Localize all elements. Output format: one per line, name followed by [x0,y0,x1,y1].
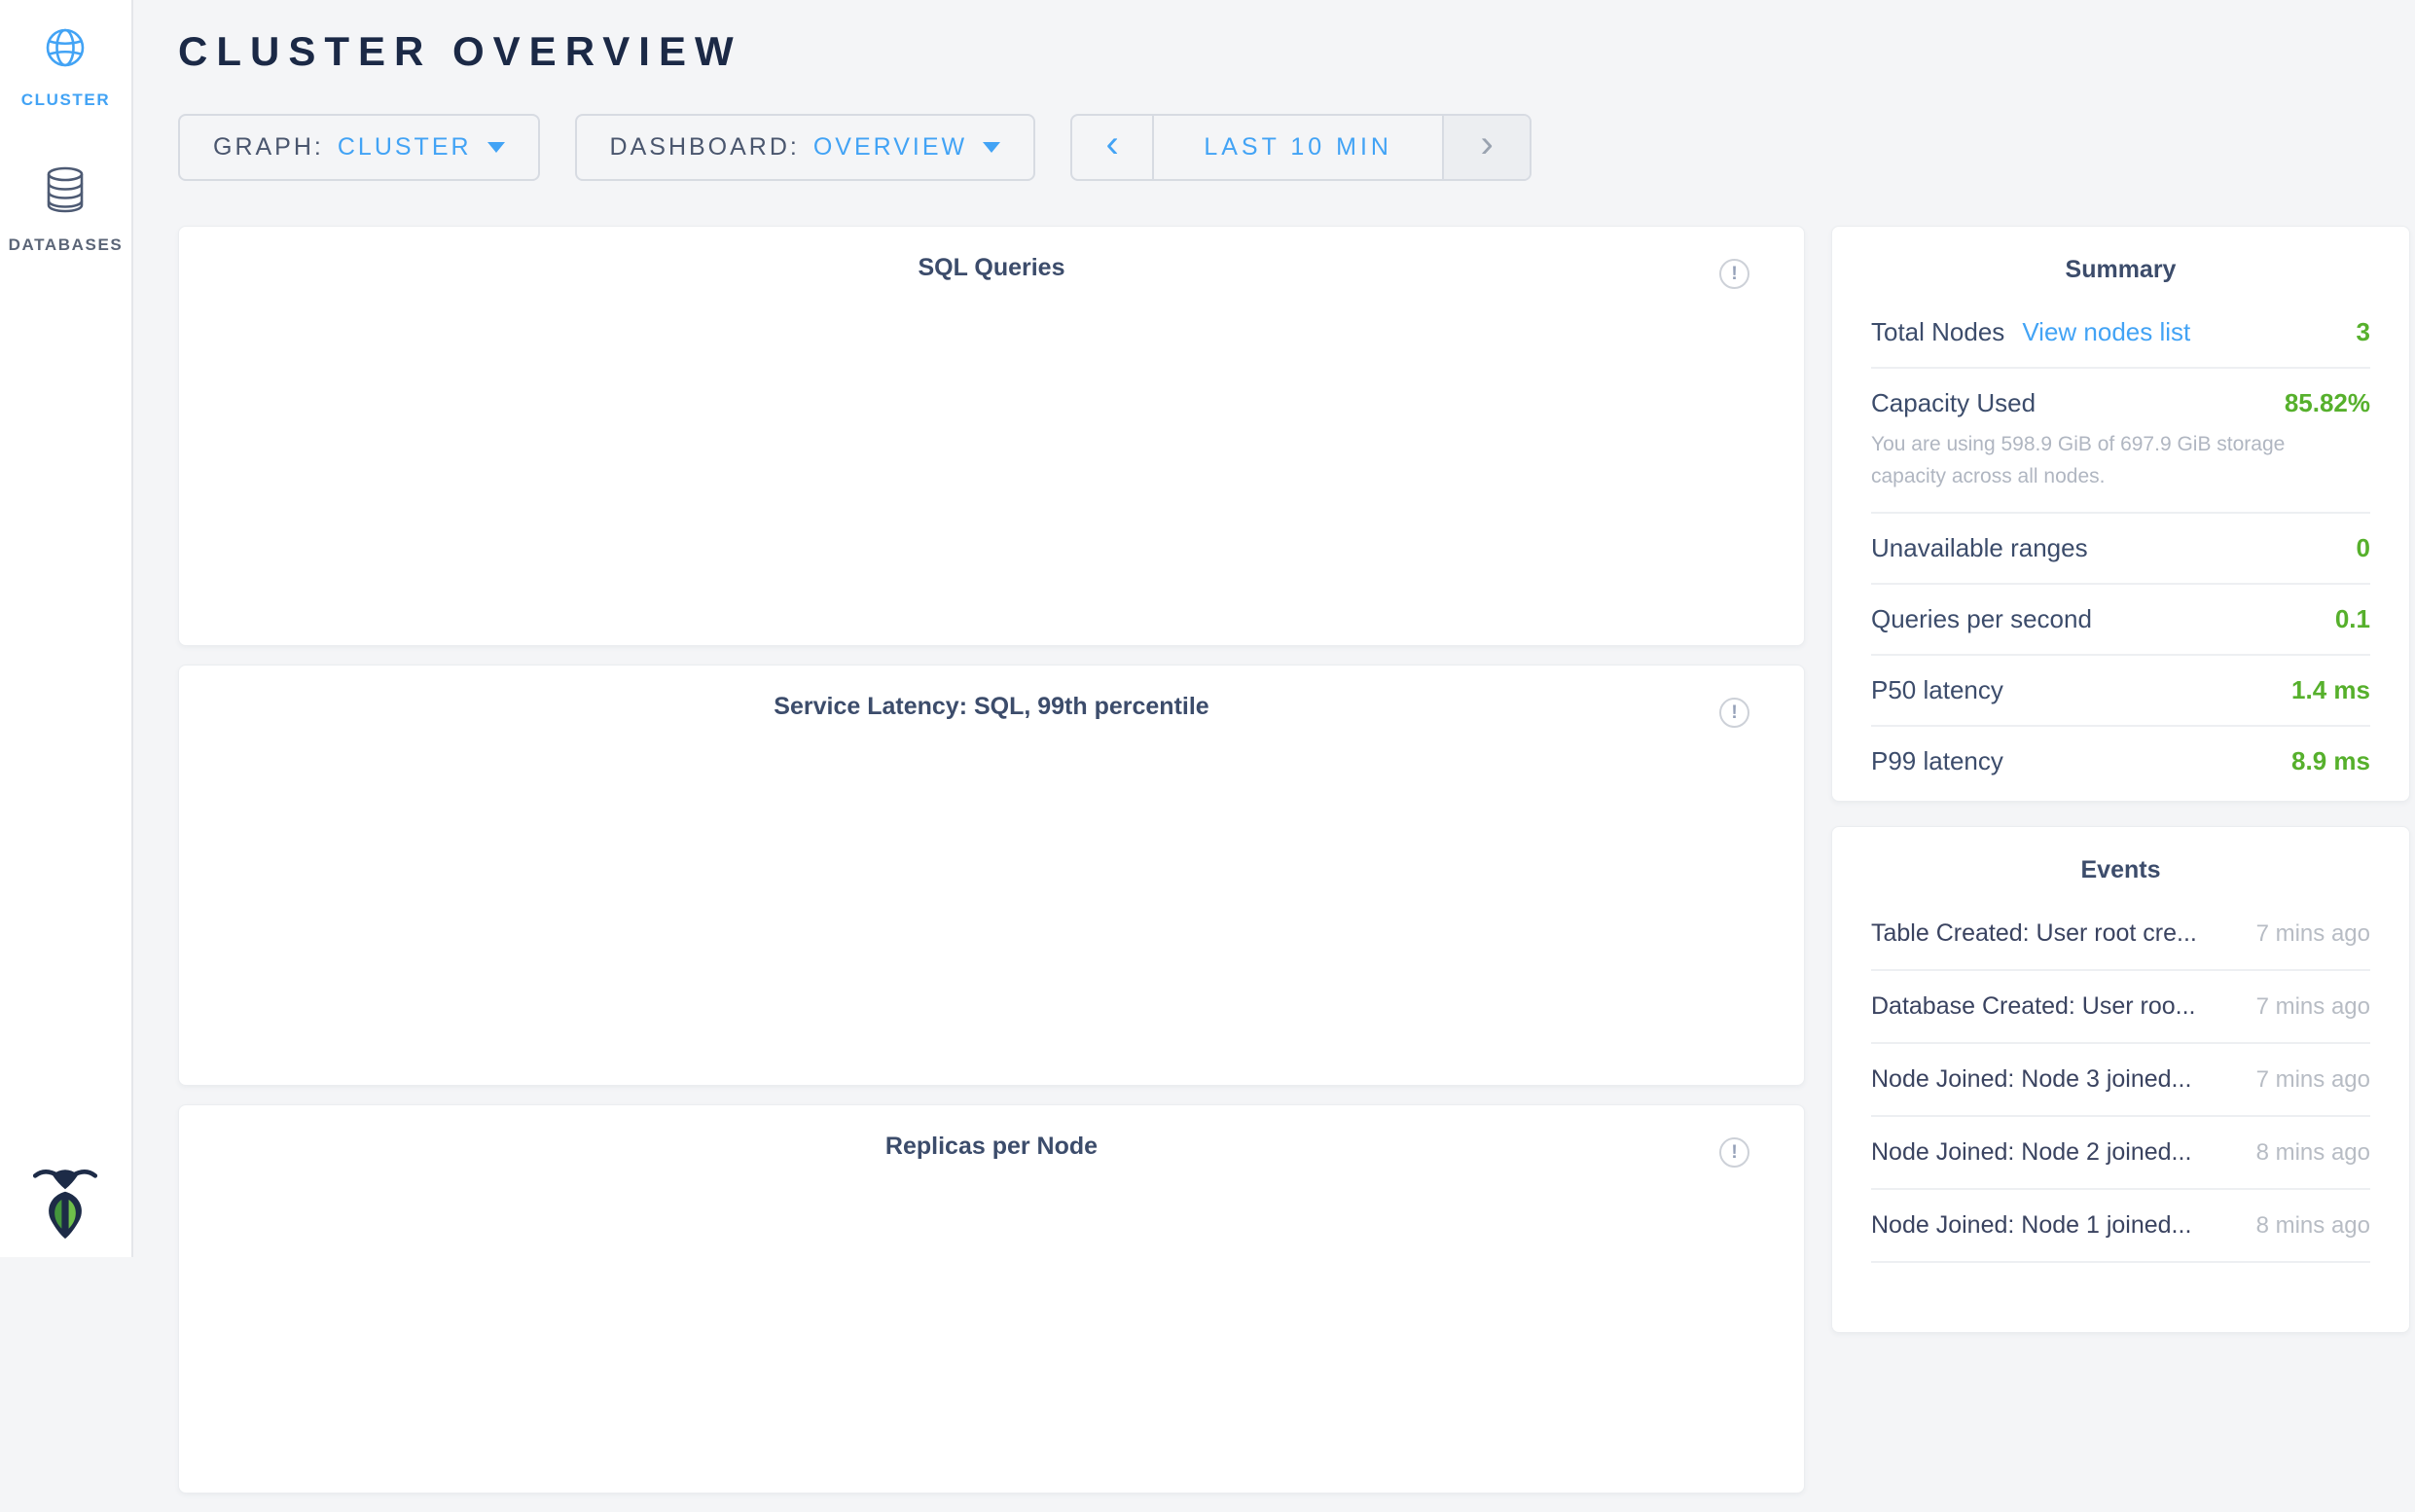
summary-row-label: Unavailable ranges [1871,533,2088,563]
dashboard-dropdown[interactable]: DASHBOARD: OVERVIEW [575,114,1036,181]
summary-title: Summary [1871,227,2370,298]
content-area: SQL Queries ! Service Latency: SQL, 99th… [178,226,2415,1512]
event-text: Node Joined: Node 3 joined... [1871,1065,2191,1094]
summary-row-value: 0.1 [2335,604,2370,634]
summary-row-value: 85.82% [2285,388,2370,418]
events-title: Events [1871,827,2370,898]
summary-row-label: P50 latency [1871,675,2003,705]
time-prev-button[interactable]: ‹ [1072,116,1152,179]
event-time: 8 mins ago [2237,1212,2370,1240]
summary-row-value: 3 [2357,317,2370,347]
event-row: Table Created: User root cre... 7 mins ag… [1871,898,2370,971]
summary-row-label: Queries per second [1871,604,2092,634]
chart-card-sql-queries: SQL Queries ! [178,226,1805,646]
chart-title: SQL Queries [179,254,1804,282]
summary-row-value: 0 [2357,533,2370,563]
event-text: Table Created: User root cre... [1871,919,2197,948]
event-row: Database Created: User roo... 7 mins ago [1871,971,2370,1044]
sidebar: CLUSTER DATABASES [0,0,133,1257]
sidebar-item-label: CLUSTER [21,90,110,110]
sidebar-item-label: DATABASES [9,235,124,255]
dashboard-dropdown-value: OVERVIEW [813,133,967,162]
event-time: 7 mins ago [2237,993,2370,1021]
globe-icon [43,25,88,75]
view-nodes-list-link[interactable]: View nodes list [2022,317,2190,347]
summary-row: Capacity Used 85.82% You are using 598.9 G… [1871,367,2370,512]
database-icon [44,166,87,220]
summary-row: Unavailable ranges 0 [1871,512,2370,583]
graph-dropdown-label: GRAPH: [213,133,324,162]
chevron-left-icon: ‹ [1105,123,1118,166]
side-column: Summary Total Nodes View nodes list 3 Capac… [1831,226,2410,1512]
info-icon[interactable]: ! [1719,259,1749,289]
summary-panel: Summary Total Nodes View nodes list 3 Capac… [1831,226,2410,802]
event-row: Node Joined: Node 1 joined... 8 mins ago [1871,1190,2370,1263]
event-text: Node Joined: Node 2 joined... [1871,1138,2191,1167]
time-next-button[interactable]: › [1444,116,1530,179]
dashboard-dropdown-label: DASHBOARD: [610,133,800,162]
event-row: Node Joined: Node 2 joined... 8 mins ago [1871,1117,2370,1190]
summary-row-value: 8.9 ms [2291,746,2370,776]
main-content: CLUSTER OVERVIEW GRAPH: CLUSTER DASHBOAR… [135,0,2415,1512]
summary-row-label: Capacity Used [1871,388,2036,418]
event-time: 7 mins ago [2237,920,2370,948]
sidebar-item-databases[interactable]: DATABASES [9,166,124,255]
controls-bar: GRAPH: CLUSTER DASHBOARD: OVERVIEW ‹ LAS… [178,114,2415,181]
chevron-down-icon [983,142,1000,153]
chart-card-replicas-per-node: Replicas per Node ! [178,1104,1805,1494]
event-rows: Table Created: User root cre... 7 mins ag… [1871,898,2370,1263]
summary-rows: Total Nodes View nodes list 3 Capacity Used… [1871,298,2370,796]
chevron-down-icon [487,142,505,153]
cockroachdb-logo [31,1161,99,1243]
chevron-right-icon: › [1480,123,1493,166]
event-row: Node Joined: Node 3 joined... 7 mins ago [1871,1044,2370,1117]
summary-row: P50 latency 1.4 ms [1871,654,2370,725]
chart-title: Service Latency: SQL, 99th percentile [179,693,1804,721]
summary-row-value: 1.4 ms [2291,675,2370,705]
graph-dropdown-value: CLUSTER [338,133,472,162]
summary-row-label: Total Nodes [1871,317,2004,347]
chart-title: Replicas per Node [179,1133,1804,1161]
charts-column: SQL Queries ! Service Latency: SQL, 99th… [178,226,1805,1512]
time-range-selector: ‹ LAST 10 MIN › [1070,114,1532,181]
info-icon[interactable]: ! [1719,698,1749,728]
info-icon[interactable]: ! [1719,1137,1749,1168]
event-text: Database Created: User roo... [1871,992,2196,1021]
event-time: 7 mins ago [2237,1066,2370,1094]
sidebar-item-cluster[interactable]: CLUSTER [21,25,110,110]
time-range-label[interactable]: LAST 10 MIN [1152,116,1444,179]
page-title: CLUSTER OVERVIEW [178,29,2415,73]
summary-row: Total Nodes View nodes list 3 [1871,298,2370,367]
chart-card-service-latency: Service Latency: SQL, 99th percentile ! [178,665,1805,1086]
summary-row-label: P99 latency [1871,746,2003,776]
graph-dropdown[interactable]: GRAPH: CLUSTER [178,114,540,181]
summary-row: Queries per second 0.1 [1871,583,2370,654]
summary-row-subtext: You are using 598.9 GiB of 697.9 GiB sto… [1871,428,2338,492]
event-text: Node Joined: Node 1 joined... [1871,1211,2191,1240]
summary-row: P99 latency 8.9 ms [1871,725,2370,796]
event-time: 8 mins ago [2237,1139,2370,1167]
